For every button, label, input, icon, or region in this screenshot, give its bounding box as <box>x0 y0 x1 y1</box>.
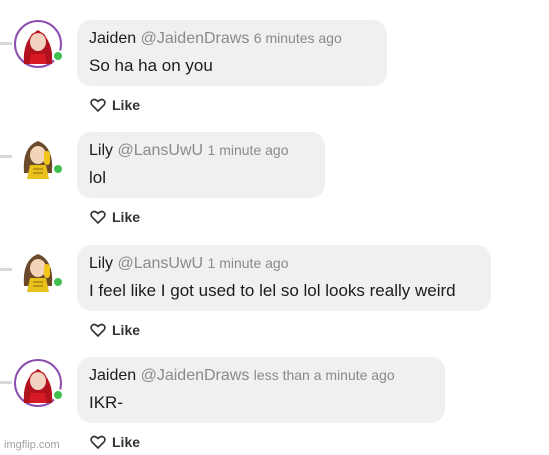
comment-bubble: Lily @LansUwU 1 minute ago lol <box>77 132 325 198</box>
like-label: Like <box>112 97 141 113</box>
heart-icon <box>90 98 106 112</box>
comment-author[interactable]: Lily <box>89 142 113 159</box>
avatar[interactable] <box>14 246 64 294</box>
thread-connector <box>0 42 12 45</box>
thread-connector <box>0 381 12 384</box>
online-status-icon <box>52 163 64 175</box>
like-button[interactable]: Like <box>90 209 140 225</box>
avatar[interactable] <box>14 359 64 407</box>
heart-icon <box>90 210 106 224</box>
watermark: imgflip.com <box>4 439 60 451</box>
like-button[interactable]: Like <box>90 322 140 338</box>
comment-time: less than a minute ago <box>253 367 395 383</box>
comment-author[interactable]: Jaiden <box>89 367 136 384</box>
online-status-icon <box>52 276 64 288</box>
comment-handle[interactable]: @JaidenDraws <box>141 30 250 47</box>
comment-bubble: Jaiden @JaidenDraws 6 minutes ago So ha … <box>77 20 387 86</box>
avatar[interactable] <box>14 133 64 181</box>
thread-connector <box>0 268 12 271</box>
comment-text: IKR- <box>89 393 123 412</box>
comment-author[interactable]: Lily <box>89 255 113 272</box>
comment-handle[interactable]: @LansUwU <box>117 255 203 272</box>
comment-bubble: Lily @LansUwU 1 minute ago I feel like I… <box>77 245 491 311</box>
comment-time: 1 minute ago <box>207 142 289 158</box>
like-label: Like <box>112 322 141 338</box>
heart-icon <box>90 323 106 337</box>
comment-author[interactable]: Jaiden <box>89 30 136 47</box>
heart-icon <box>90 435 106 449</box>
comment-time: 6 minutes ago <box>253 30 342 46</box>
comment-handle[interactable]: @LansUwU <box>117 142 203 159</box>
online-status-icon <box>52 389 64 401</box>
like-button[interactable]: Like <box>90 97 140 113</box>
comment-time: 1 minute ago <box>207 255 289 271</box>
comment-text: So ha ha on you <box>89 56 213 75</box>
online-status-icon <box>52 50 64 62</box>
comment-text: lol <box>89 168 107 187</box>
comment-handle[interactable]: @JaidenDraws <box>141 367 250 384</box>
thread-connector <box>0 155 12 158</box>
comment-bubble: Jaiden @JaidenDraws less than a minute a… <box>77 357 445 423</box>
comment-text: I feel like I got used to lel so lol loo… <box>89 281 456 300</box>
avatar[interactable] <box>14 20 64 68</box>
like-label: Like <box>112 209 141 225</box>
like-label: Like <box>112 434 141 450</box>
like-button[interactable]: Like <box>90 434 140 450</box>
